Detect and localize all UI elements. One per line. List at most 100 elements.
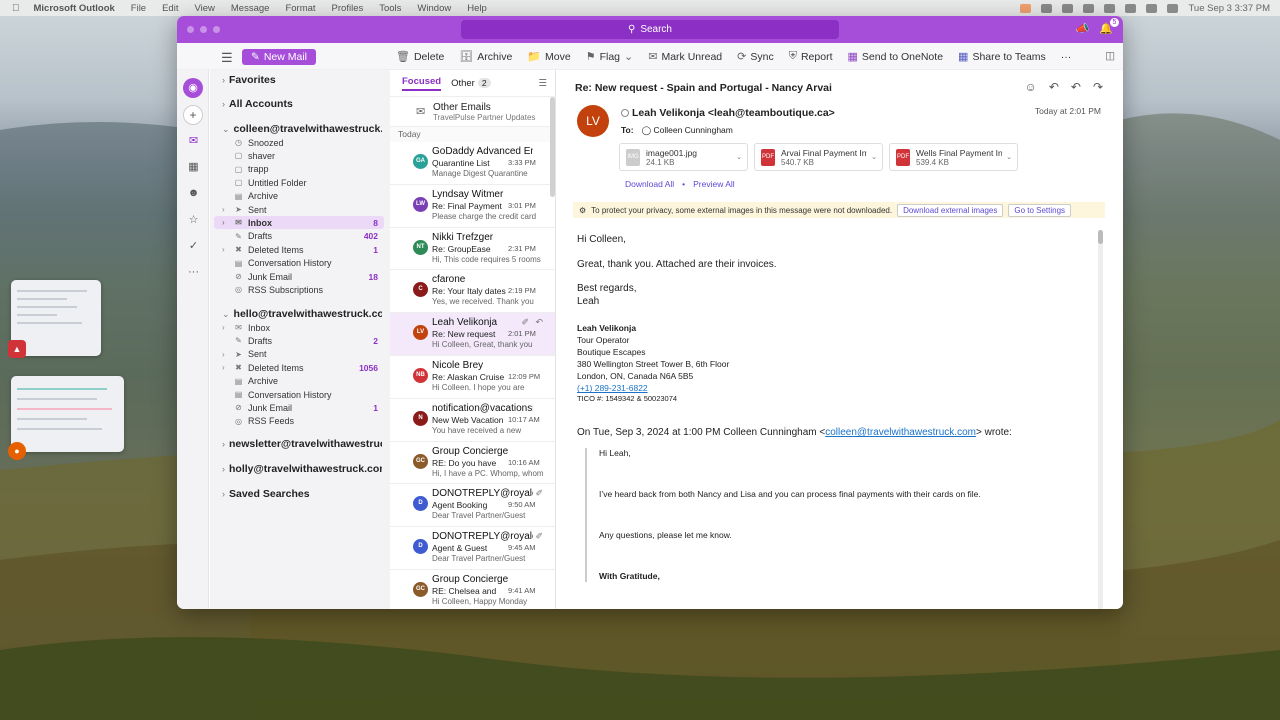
chevron-right-icon[interactable]: ›	[222, 205, 225, 214]
hamburger-menu-icon[interactable]: ☰	[221, 50, 233, 66]
account-hello-header[interactable]: ⌄ hello@travelwithawestruck.com	[222, 308, 382, 320]
share-to-teams-button[interactable]: ▦ Share to Teams	[958, 50, 1046, 64]
sender-line[interactable]: Leah Velikonja <leah@teamboutique.ca>	[621, 107, 835, 119]
folder-deleted-items[interactable]: › ✖ Deleted Items 1	[222, 243, 384, 256]
folder-junk-email[interactable]: ⊘ Junk Email 1	[232, 401, 384, 414]
menu-profiles[interactable]: Profiles	[332, 3, 364, 14]
go-to-settings-button[interactable]: Go to Settings	[1008, 203, 1072, 217]
folder-rss-feeds[interactable]: ◎ RSS Feeds	[232, 415, 384, 428]
archive-button[interactable]: 🗄 Archive	[459, 50, 512, 64]
delete-button[interactable]: 🗑 Delete	[396, 50, 444, 64]
account-holly-header[interactable]: › holly@travelwithawestruck.com	[222, 463, 382, 475]
calendar-icon[interactable]: ▦	[186, 160, 201, 175]
reply-all-icon[interactable]: ↶	[1071, 80, 1081, 94]
chevron-down-icon[interactable]: ⌄	[624, 50, 633, 63]
chevron-right-icon[interactable]: ›	[222, 245, 225, 254]
message-item[interactable]: NB Nicole Brey Re: Alaskan Cruise 12:09 PM H…	[390, 356, 555, 399]
folder-trapp[interactable]: ▢ trapp	[232, 163, 384, 176]
attachment-card[interactable]: PDF Wells Final Payment Invoice.pdf539.4 …	[889, 143, 1018, 171]
flag-button[interactable]: ⚑ Flag ⌄	[586, 50, 634, 64]
folder-junk-email[interactable]: ⊘ Junk Email 18	[232, 270, 384, 283]
account-colleen-header[interactable]: ⌄colleen@travelwithawestruck.com	[222, 123, 382, 135]
message-item[interactable]: GC Group Concierge RE: Chelsea and 9:41 AM H…	[390, 570, 555, 609]
menu-tools[interactable]: Tools	[379, 3, 401, 14]
sync-button[interactable]: ⟳ Sync	[737, 50, 774, 64]
message-item[interactable]: GC Group Concierge RE: Do you have 10:16 AM…	[390, 442, 555, 485]
emoji-reaction-icon[interactable]: ☺	[1025, 80, 1037, 94]
firefox-icon[interactable]: ●	[8, 442, 26, 460]
folder-inbox[interactable]: › ✉ Inbox 8	[214, 216, 384, 230]
move-button[interactable]: 📁 Move	[527, 50, 570, 64]
folder-drafts[interactable]: ✎ Drafts 402	[232, 230, 384, 243]
signature-phone-link[interactable]: (+1) 289-231-6822	[577, 382, 1095, 394]
folder-sent[interactable]: › ➤ Sent	[222, 203, 384, 216]
menu-format[interactable]: Format	[285, 3, 315, 14]
menu-help[interactable]: Help	[467, 3, 487, 14]
message-item[interactable]: D DONOTREPLY@royalcaribbean.comAgent Book…	[390, 484, 555, 528]
folder-conversation-history[interactable]: ▤ Conversation History	[232, 388, 384, 401]
minimize-window-button[interactable]	[200, 26, 207, 33]
menu-view[interactable]: View	[194, 3, 214, 14]
menubar-clock[interactable]: Tue Sep 3 3:37 PM	[1188, 3, 1270, 14]
status-record-icon[interactable]	[1083, 3, 1095, 13]
status-display-icon[interactable]	[1062, 3, 1074, 13]
folder-archive[interactable]: ▤ Archive	[232, 190, 384, 203]
status-app-icon[interactable]	[1020, 3, 1032, 13]
sidebar-toggle-icon[interactable]: ◫	[1105, 50, 1115, 62]
chevron-down-icon[interactable]: ⌄	[736, 153, 742, 161]
send-to-onenote-button[interactable]: ▦ Send to OneNote	[847, 50, 943, 64]
notifications-button[interactable]: 🔔 5	[1099, 18, 1119, 35]
chevron-down-icon[interactable]: ⌄	[871, 153, 877, 161]
report-button[interactable]: ⛨ Report	[789, 50, 833, 63]
folder-snoozed[interactable]: ◷ Snoozed	[232, 136, 384, 149]
preview-all-link[interactable]: Preview All	[693, 179, 735, 189]
download-external-images-button[interactable]: Download external images	[897, 203, 1004, 217]
zoom-window-button[interactable]	[213, 26, 220, 33]
message-item[interactable]: D DONOTREPLY@royalcaribbean.comAgent & Gu…	[390, 527, 555, 570]
attachment-card[interactable]: IMG image001.jpg 24.1 KB ⌄	[619, 143, 748, 171]
scrollbar-thumb[interactable]	[1098, 230, 1103, 244]
status-cloud-icon[interactable]	[1041, 3, 1053, 13]
folder-rss-subscriptions[interactable]: ◎ RSS Subscriptions	[232, 283, 384, 296]
folder-drafts[interactable]: ✎ Drafts 2	[232, 334, 384, 347]
new-mail-button[interactable]: ✎ New Mail	[242, 49, 316, 65]
status-wifi-icon[interactable]	[1125, 3, 1137, 13]
filter-icon[interactable]: ☰	[538, 78, 547, 89]
search-box[interactable]: ⚲ Search	[461, 20, 839, 39]
saved-searches-header[interactable]: › Saved Searches	[222, 488, 310, 500]
chevron-right-icon[interactable]: ›	[222, 323, 225, 332]
megaphone-icon[interactable]: 📣	[1076, 22, 1090, 35]
tab-focused[interactable]: Focused	[402, 76, 442, 91]
chevron-right-icon[interactable]: ›	[222, 218, 225, 227]
close-window-button[interactable]	[187, 26, 194, 33]
folder-untitled-folder[interactable]: ▢ Untitled Folder	[232, 176, 384, 189]
folder-shaver[interactable]: ▢ shaver	[232, 149, 384, 162]
reply-icon[interactable]: ↶	[1049, 80, 1059, 94]
download-all-link[interactable]: Download All	[625, 179, 674, 189]
tab-other[interactable]: Other 2	[451, 77, 491, 89]
chevron-right-icon[interactable]: ›	[222, 363, 225, 372]
apple-icon[interactable]: 	[12, 3, 20, 14]
menu-file[interactable]: File	[131, 3, 146, 14]
chevron-right-icon[interactable]: ›	[222, 350, 225, 359]
message-item[interactable]: Nnotification@vacationsbyrail.comNew Web…	[390, 399, 555, 442]
people-icon[interactable]: ☻	[186, 186, 201, 201]
reading-pane-scrollbar[interactable]	[1098, 230, 1103, 609]
folder-archive[interactable]: ▤ Archive	[232, 375, 384, 388]
status-control-center-icon[interactable]	[1167, 3, 1179, 13]
mark-unread-button[interactable]: ✉ Mark Unread	[648, 50, 722, 64]
quoted-email-link[interactable]: colleen@travelwithawestruck.com	[825, 427, 976, 438]
status-search-icon[interactable]	[1146, 3, 1158, 13]
message-item[interactable]: NT Nikki Trefzger Re: GroupEase 2:31 PM Hi, …	[390, 228, 555, 271]
chevron-down-icon[interactable]: ⌄	[1006, 153, 1012, 161]
message-item[interactable]: Ccfarone Re: Your Italy dates 2:19 PM Yes, …	[390, 270, 555, 314]
todo-check-icon[interactable]: ✓	[186, 239, 201, 254]
more-options-button[interactable]: ···	[1061, 51, 1072, 63]
folder-conversation-history[interactable]: ▤ Conversation History	[232, 257, 384, 270]
account-newsletter-header[interactable]: › newsletter@travelwithawestruck.com	[222, 438, 382, 450]
recipient-name[interactable]: Colleen Cunningham	[653, 125, 732, 135]
acrobat-icon[interactable]: ▲	[8, 340, 26, 358]
desktop-window-thumbnail-2[interactable]	[11, 376, 124, 452]
star-icon[interactable]: ☆	[186, 213, 201, 228]
more-apps-icon[interactable]: ···	[186, 265, 201, 280]
